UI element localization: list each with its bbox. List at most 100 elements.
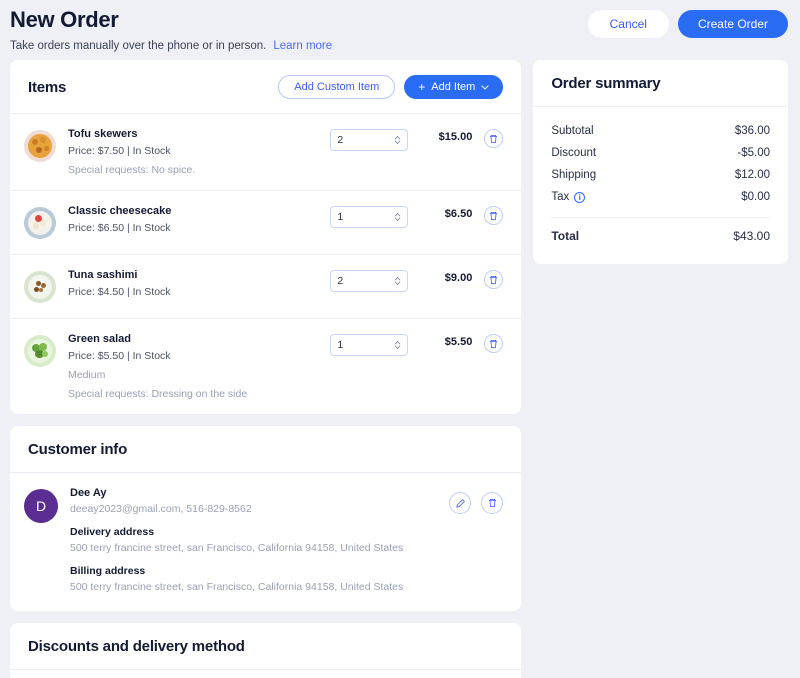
delete-item-icon[interactable] bbox=[484, 334, 504, 353]
item-line-total: $9.00 bbox=[444, 272, 473, 284]
chevron-down-icon bbox=[481, 84, 489, 90]
page-header-text: New Order Take orders manually over the … bbox=[10, 6, 588, 52]
discount-row: Discount: New customer -$5.00 bbox=[10, 669, 522, 678]
customer-details: Dee Ay deeay2023@gmail.com, 516-829-8562… bbox=[58, 487, 449, 593]
customer-body: D Dee Ay deeay2023@gmail.com, 516-829-85… bbox=[10, 472, 522, 611]
summary-row-total: Total $43.00 bbox=[551, 222, 770, 248]
item-row: Green salad Price: $5.50 | In Stock Medi… bbox=[10, 318, 522, 414]
billing-address-value: 500 terry francine street, san Francisco… bbox=[70, 581, 404, 593]
order-summary-card: Order summary Subtotal $36.00 Discount -… bbox=[533, 60, 788, 264]
item-name: Green salad bbox=[68, 333, 131, 345]
add-custom-item-button[interactable]: Add Custom Item bbox=[278, 75, 396, 99]
delete-item-icon[interactable] bbox=[484, 270, 504, 289]
main-column: Items Add Custom Item + Add Item Tofu sk… bbox=[10, 60, 522, 678]
item-price-stock: Price: $6.50 | In Stock bbox=[68, 222, 171, 234]
page-title: New Order bbox=[10, 7, 119, 32]
item-name: Tuna sashimi bbox=[68, 269, 138, 281]
summary-divider bbox=[551, 217, 770, 218]
item-price-stock: Price: $7.50 | In Stock bbox=[68, 145, 171, 157]
quantity-stepper[interactable]: 1 bbox=[330, 334, 409, 356]
summary-row-tax: Tax i $0.00 bbox=[551, 186, 770, 208]
stepper-arrows-icon[interactable] bbox=[394, 276, 401, 286]
shipping-label: Shipping bbox=[551, 169, 597, 181]
stepper-arrows-icon[interactable] bbox=[394, 212, 401, 222]
tax-label-wrap: Tax i bbox=[551, 191, 741, 203]
subtotal-label: Subtotal bbox=[551, 125, 594, 137]
total-value: $43.00 bbox=[733, 229, 770, 243]
quantity-stepper-wrap: 2 bbox=[330, 129, 409, 151]
delivery-address-label: Delivery address bbox=[70, 526, 155, 538]
create-order-button[interactable]: Create Order bbox=[677, 10, 788, 38]
side-column: Order summary Subtotal $36.00 Discount -… bbox=[533, 60, 788, 264]
quantity-stepper[interactable]: 2 bbox=[330, 270, 409, 292]
shipping-value: $12.00 bbox=[734, 169, 770, 181]
delete-item-icon[interactable] bbox=[484, 206, 504, 225]
cancel-button[interactable]: Cancel bbox=[587, 10, 669, 38]
item-name: Classic cheesecake bbox=[68, 205, 172, 217]
page-header: New Order Take orders manually over the … bbox=[0, 0, 800, 52]
items-card-header: Items Add Custom Item + Add Item bbox=[10, 60, 521, 113]
discount-label: Discount bbox=[551, 147, 597, 159]
item-details: Tofu skewers Price: $7.50 | In Stock Spe… bbox=[56, 128, 330, 176]
customer-info-card: Customer info D Dee Ay deeay2023@gmail.c… bbox=[10, 426, 522, 611]
customer-actions bbox=[449, 487, 504, 593]
discount-value: -$5.00 bbox=[737, 147, 770, 159]
discounts-title: Discounts and delivery method bbox=[28, 638, 245, 655]
add-item-button[interactable]: + Add Item bbox=[404, 75, 504, 99]
total-label: Total bbox=[551, 229, 580, 243]
page-subtitle: Take orders manually over the phone or i… bbox=[10, 40, 588, 52]
discounts-delivery-card: Discounts and delivery method Discount: … bbox=[10, 623, 522, 678]
item-row: Tuna sashimi Price: $4.50 | In Stock 2 $… bbox=[10, 254, 522, 318]
subtotal-value: $36.00 bbox=[734, 125, 770, 137]
item-option: Medium bbox=[68, 369, 106, 381]
quantity-stepper[interactable]: 2 bbox=[330, 129, 409, 151]
tofu-skewers-thumbnail bbox=[24, 130, 56, 162]
items-card: Items Add Custom Item + Add Item Tofu sk… bbox=[10, 60, 522, 414]
stepper-arrows-icon[interactable] bbox=[394, 340, 401, 350]
add-item-label: Add Item bbox=[431, 81, 476, 93]
tax-value: $0.00 bbox=[741, 191, 770, 203]
quantity-value: 2 bbox=[337, 275, 344, 287]
edit-customer-icon[interactable] bbox=[449, 492, 472, 514]
customer-name: Dee Ay bbox=[70, 487, 107, 499]
header-actions: Cancel Create Order bbox=[587, 6, 788, 38]
learn-more-link[interactable]: Learn more bbox=[273, 40, 332, 52]
customer-contact: deeay2023@gmail.com, 516-829-8562 bbox=[70, 503, 252, 515]
item-row: Classic cheesecake Price: $6.50 | In Sto… bbox=[10, 190, 522, 254]
summary-row-discount: Discount -$5.00 bbox=[551, 142, 770, 164]
quantity-stepper-wrap: 2 bbox=[330, 270, 409, 292]
item-price-stock: Price: $4.50 | In Stock bbox=[68, 286, 171, 298]
delivery-address-value: 500 terry francine street, san Francisco… bbox=[70, 542, 404, 554]
tax-label: Tax bbox=[551, 191, 570, 203]
stepper-arrows-icon[interactable] bbox=[394, 135, 401, 145]
quantity-value: 1 bbox=[337, 339, 344, 351]
item-details: Green salad Price: $5.50 | In Stock Medi… bbox=[56, 333, 330, 400]
item-name: Tofu skewers bbox=[68, 128, 138, 140]
quantity-value: 1 bbox=[337, 211, 344, 223]
item-price-stock: Price: $5.50 | In Stock bbox=[68, 350, 171, 362]
billing-address-label: Billing address bbox=[70, 565, 146, 577]
delete-item-icon[interactable] bbox=[484, 129, 504, 148]
item-line-total: $6.50 bbox=[444, 208, 473, 220]
delete-customer-icon[interactable] bbox=[481, 492, 504, 514]
discounts-card-header: Discounts and delivery method bbox=[10, 623, 521, 669]
order-summary-title: Order summary bbox=[551, 75, 661, 92]
customer-info-title: Customer info bbox=[28, 441, 128, 458]
page-subtitle-text: Take orders manually over the phone or i… bbox=[10, 40, 267, 52]
summary-row-shipping: Shipping $12.00 bbox=[551, 164, 770, 186]
summary-row-subtotal: Subtotal $36.00 bbox=[551, 120, 770, 142]
item-line-total: $15.00 bbox=[438, 131, 473, 143]
order-summary-body: Subtotal $36.00 Discount -$5.00 Shipping… bbox=[533, 106, 788, 264]
item-details: Tuna sashimi Price: $4.50 | In Stock bbox=[56, 269, 330, 298]
quantity-stepper-wrap: 1 bbox=[330, 334, 409, 356]
item-details: Classic cheesecake Price: $6.50 | In Sto… bbox=[56, 205, 330, 234]
avatar: D bbox=[24, 489, 58, 523]
quantity-stepper-wrap: 1 bbox=[330, 206, 409, 228]
items-header-actions: Add Custom Item + Add Item bbox=[278, 75, 504, 99]
customer-card-header: Customer info bbox=[10, 426, 521, 472]
item-row: Tofu skewers Price: $7.50 | In Stock Spe… bbox=[10, 113, 522, 190]
quantity-stepper[interactable]: 1 bbox=[330, 206, 409, 228]
quantity-value: 2 bbox=[337, 134, 344, 146]
info-icon[interactable]: i bbox=[574, 191, 586, 203]
item-note: Special requests: Dressing on the side bbox=[68, 388, 248, 400]
